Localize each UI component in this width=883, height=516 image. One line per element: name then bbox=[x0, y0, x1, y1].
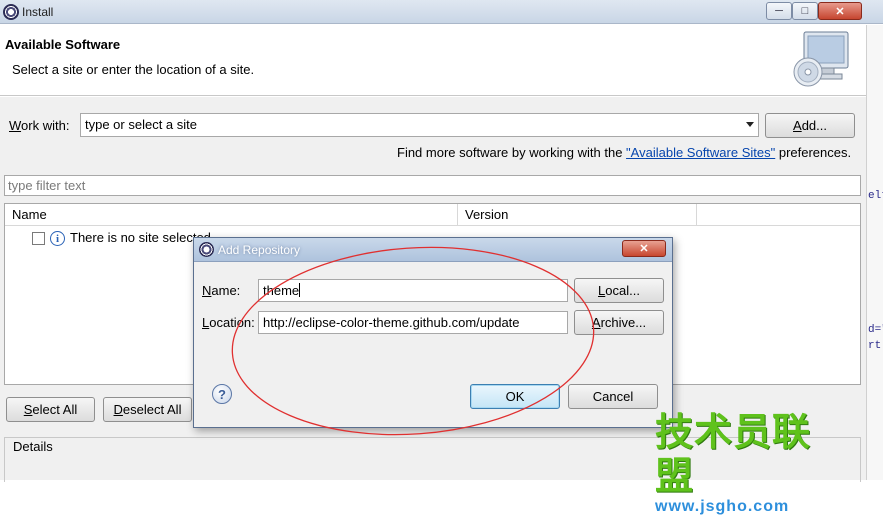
work-with-label: Work with: bbox=[9, 118, 70, 133]
window-titlebar bbox=[0, 0, 883, 24]
watermark-logo: 技术员联盟 www.jsgho.com bbox=[655, 410, 840, 516]
deselect-all-button[interactable]: Deselect All bbox=[103, 397, 192, 422]
row-checkbox[interactable] bbox=[32, 232, 45, 245]
column-header-version[interactable]: Version bbox=[458, 204, 697, 226]
add-site-button[interactable]: Add... bbox=[765, 113, 855, 138]
background-editor-strip bbox=[866, 25, 883, 480]
eclipse-icon bbox=[199, 242, 214, 257]
location-label: Location: bbox=[202, 315, 255, 330]
info-icon: i bbox=[50, 231, 65, 246]
wizard-header bbox=[0, 25, 866, 96]
dialog-title: Add Repository bbox=[218, 243, 301, 257]
archive-button[interactable]: Archive... bbox=[574, 310, 664, 335]
background-text-fragment: rt bbox=[868, 340, 882, 352]
cancel-button[interactable]: Cancel bbox=[568, 384, 658, 409]
window-title: Install bbox=[22, 5, 54, 19]
eclipse-icon bbox=[3, 4, 19, 20]
background-text-fragment: d=" bbox=[868, 324, 883, 336]
dialog-close-button[interactable]: ✕ bbox=[622, 240, 666, 257]
select-all-button[interactable]: Select All bbox=[6, 397, 95, 422]
background-text-fragment: elt bbox=[868, 190, 883, 202]
chevron-down-icon[interactable] bbox=[746, 122, 754, 127]
name-label: Name: bbox=[202, 283, 241, 298]
text-cursor bbox=[299, 283, 301, 297]
ok-button[interactable]: OK bbox=[470, 384, 560, 409]
local-button[interactable]: Local... bbox=[574, 278, 664, 303]
filter-input[interactable]: type filter text bbox=[4, 175, 861, 196]
location-field[interactable]: http://eclipse-color-theme.github.com/up… bbox=[258, 311, 568, 334]
page-subtitle: Select a site or enter the location of a… bbox=[12, 62, 255, 77]
watermark-url: www.jsgho.com bbox=[655, 498, 790, 515]
column-header-empty bbox=[697, 204, 860, 226]
close-button[interactable]: ✕ bbox=[818, 2, 862, 20]
find-more-text: Find more software by working with the "… bbox=[397, 145, 852, 160]
column-header-name[interactable]: Name bbox=[5, 204, 458, 226]
available-software-sites-link[interactable]: "Available Software Sites" bbox=[626, 145, 775, 160]
maximize-button[interactable]: □ bbox=[792, 2, 818, 20]
page-title: Available Software bbox=[5, 37, 121, 52]
work-with-value: type or select a site bbox=[85, 117, 197, 132]
watermark-text: 技术员联盟 bbox=[655, 410, 812, 498]
work-with-combo[interactable]: type or select a site bbox=[80, 113, 759, 137]
add-repository-dialog: Add Repository ✕ Name: theme Local... Lo… bbox=[193, 237, 673, 428]
help-icon[interactable]: ? bbox=[212, 384, 232, 404]
name-field[interactable]: theme bbox=[258, 279, 568, 302]
details-label: Details bbox=[10, 439, 56, 454]
minimize-button[interactable]: ─ bbox=[766, 2, 792, 20]
install-software-icon bbox=[793, 31, 849, 87]
